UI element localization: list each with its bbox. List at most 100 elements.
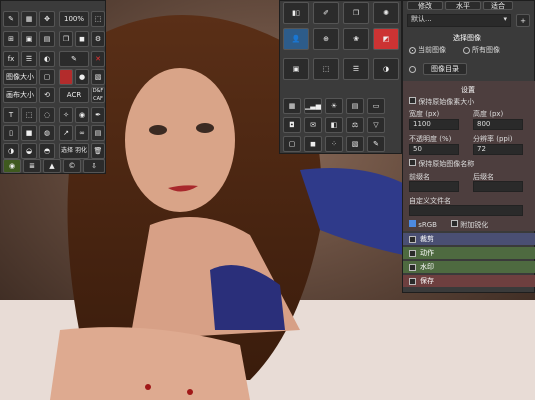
- circles-icon[interactable]: ◑: [373, 58, 399, 80]
- lasso-icon[interactable]: ◌: [39, 107, 55, 123]
- zoom-100-button[interactable]: 100%: [59, 11, 89, 27]
- section-3[interactable]: 保存: [403, 275, 535, 287]
- eyedropper-icon[interactable]: ✐: [313, 2, 339, 24]
- brush-icon[interactable]: ✎: [3, 11, 19, 27]
- link-icon[interactable]: ∞: [75, 125, 89, 141]
- section-1[interactable]: 动作: [403, 247, 535, 259]
- modify-button[interactable]: 修改: [407, 1, 443, 10]
- frame-icon[interactable]: ▢: [39, 69, 55, 85]
- frame-tool-icon[interactable]: ▢: [283, 136, 301, 152]
- copyright-icon[interactable]: ©: [63, 159, 81, 173]
- select-feather-button[interactable]: 选择 羽化: [59, 143, 89, 159]
- image-folder-button[interactable]: 图像目录: [423, 63, 467, 75]
- custom-name-field[interactable]: [409, 205, 523, 216]
- red-swatch-icon[interactable]: [59, 69, 73, 85]
- doc-icon[interactable]: ▯: [3, 125, 19, 141]
- scale-icon[interactable]: ⚖: [346, 117, 364, 133]
- prefix-field[interactable]: [409, 181, 459, 192]
- histogram-icon[interactable]: ▁▃▅: [304, 98, 322, 114]
- stack-icon[interactable]: ≣: [23, 159, 41, 173]
- down-triangle-icon[interactable]: ▽: [367, 117, 385, 133]
- dots-icon[interactable]: ⁘: [325, 136, 343, 152]
- opacity-field[interactable]: 50: [409, 144, 459, 155]
- selection-icon[interactable]: ⬚: [21, 107, 37, 123]
- edit-icon[interactable]: ✎: [59, 51, 89, 67]
- keep-name-checkbox[interactable]: 保持原始图像名称: [409, 159, 474, 169]
- close-icon[interactable]: ✕: [91, 51, 105, 67]
- srgb-checkbox[interactable]: sRGB: [409, 220, 437, 229]
- camera-icon[interactable]: ◘: [283, 117, 301, 133]
- book-icon[interactable]: ⊞: [3, 31, 19, 47]
- tint-icon[interactable]: ◒: [21, 143, 37, 159]
- gradient-icon[interactable]: ▭: [367, 98, 385, 114]
- edit-box-icon[interactable]: ✎: [367, 136, 385, 152]
- palette-icon[interactable]: ◍: [39, 125, 55, 141]
- color-wheel-icon[interactable]: ✺: [373, 2, 399, 24]
- layers-icon[interactable]: ☰: [21, 51, 37, 67]
- swatch-icon[interactable]: ▧: [91, 69, 105, 85]
- acr-button[interactable]: ACR: [59, 87, 89, 103]
- list-icon[interactable]: ☰: [343, 58, 369, 80]
- fit-button[interactable]: 适合: [483, 1, 513, 10]
- envelope-icon[interactable]: ✉: [304, 117, 322, 133]
- halves-icon[interactable]: ◧: [325, 117, 343, 133]
- image-icon[interactable]: ▣: [21, 31, 37, 47]
- batch-settings-panel: 修改 水平 适合 默认... ▾ + 选择图像 当前图像 所有图像 图像目录 设置…: [402, 0, 535, 293]
- section-2[interactable]: 水印: [403, 261, 535, 273]
- target-icon[interactable]: ⊕: [313, 28, 339, 50]
- pattern-icon[interactable]: ▦: [283, 98, 301, 114]
- eye-icon[interactable]: ◉: [75, 107, 89, 123]
- eye-toggle-icon[interactable]: ◉: [3, 159, 21, 173]
- checkbox-icon: [451, 220, 458, 227]
- filter-icon[interactable]: ◑: [3, 143, 19, 159]
- sharpen-checkbox[interactable]: 附加锐化: [451, 220, 488, 230]
- move-icon[interactable]: ✥: [39, 11, 55, 27]
- fill-icon[interactable]: ◼: [75, 31, 89, 47]
- gear-icon[interactable]: ⚙: [91, 31, 105, 47]
- preset-dropdown[interactable]: 默认... ▾: [407, 14, 511, 27]
- image-size-button[interactable]: 图像大小: [3, 69, 37, 85]
- person-icon[interactable]: 👤: [283, 28, 309, 50]
- suffix-field[interactable]: [473, 181, 523, 192]
- contrast-icon[interactable]: ◐: [39, 51, 55, 67]
- magic-wand-icon[interactable]: ⬚: [313, 58, 339, 80]
- rotate-icon[interactable]: ⟲: [39, 87, 55, 103]
- sun-icon[interactable]: ☀: [325, 98, 343, 114]
- table-icon[interactable]: ▤: [346, 98, 364, 114]
- radio-folder[interactable]: [409, 65, 418, 73]
- add-icon[interactable]: +: [516, 14, 530, 27]
- section-0[interactable]: 裁剪: [403, 233, 535, 245]
- square-icon[interactable]: ■: [21, 125, 37, 141]
- flower-icon[interactable]: ❀: [343, 28, 369, 50]
- calc-icon[interactable]: ▤: [39, 31, 55, 47]
- portrait-frame-icon[interactable]: ▣: [283, 58, 309, 80]
- gradient-bw-icon[interactable]: ▮▯: [283, 2, 309, 24]
- triangle-icon[interactable]: ▲: [43, 159, 61, 173]
- export-icon[interactable]: ⇩: [83, 159, 105, 173]
- resolution-field[interactable]: 72: [473, 144, 523, 155]
- radio-current-image[interactable]: 当前图像: [409, 45, 446, 55]
- film-icon[interactable]: ▧: [346, 136, 364, 152]
- keep-size-checkbox[interactable]: 保持原始像素大小: [409, 97, 474, 107]
- wand-icon[interactable]: ✧: [59, 107, 73, 123]
- text-icon[interactable]: T: [3, 107, 19, 123]
- horizontal-button[interactable]: 水平: [445, 1, 481, 10]
- grid-icon[interactable]: ▦: [21, 11, 37, 27]
- fx-icon[interactable]: fx: [3, 51, 19, 67]
- canvas-size-button[interactable]: 画布大小: [3, 87, 37, 103]
- mask-icon[interactable]: ◓: [39, 143, 55, 159]
- bw-square-icon[interactable]: ◼: [304, 136, 322, 152]
- arrow-icon[interactable]: ↗: [59, 125, 73, 141]
- note-icon[interactable]: ▤: [91, 125, 105, 141]
- width-field[interactable]: 1100: [409, 119, 459, 130]
- trash-icon[interactable]: 🗑: [91, 143, 105, 159]
- pen-icon[interactable]: ✒: [91, 107, 105, 123]
- copy-icon[interactable]: ❐: [59, 31, 73, 47]
- drop-icon[interactable]: ●: [75, 69, 89, 85]
- crop-icon[interactable]: ⬚: [91, 11, 105, 27]
- radio-all-images[interactable]: 所有图像: [463, 45, 500, 55]
- dcaf-button[interactable]: D&F CAF: [91, 87, 105, 103]
- height-field[interactable]: 800: [473, 119, 523, 130]
- red-diagonal-icon[interactable]: ◩: [373, 28, 399, 50]
- duplicate-icon[interactable]: ❐: [343, 2, 369, 24]
